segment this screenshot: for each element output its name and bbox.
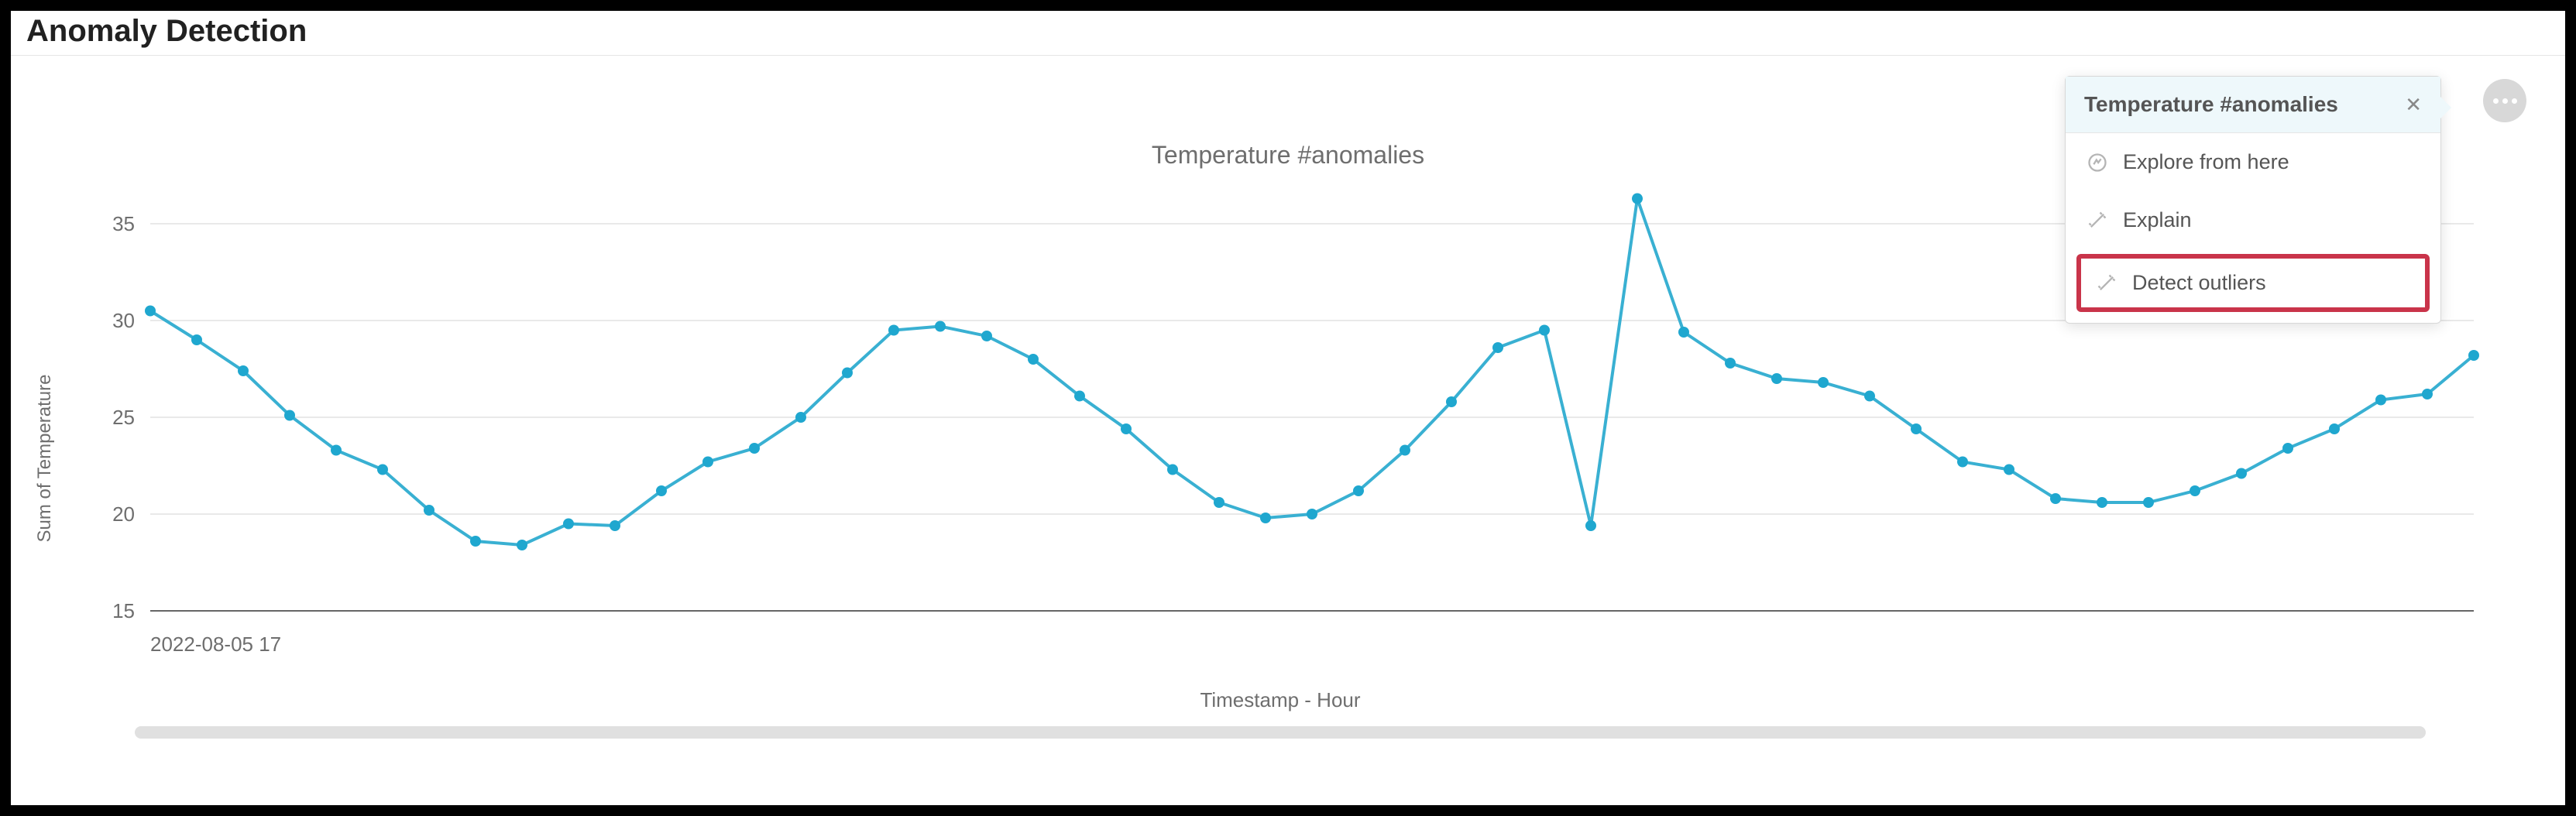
- context-menu-title: Temperature #anomalies: [2084, 92, 2338, 117]
- y-axis-label: Sum of Temperature: [34, 374, 56, 542]
- wand-icon: [2086, 209, 2109, 232]
- menu-item-label: Explain: [2123, 208, 2192, 232]
- wand-icon: [2095, 272, 2118, 295]
- horizontal-scrollbar[interactable]: [135, 726, 2426, 739]
- svg-text:15: 15: [112, 599, 135, 622]
- page-title: Anomaly Detection: [11, 11, 2565, 56]
- menu-item-label: Detect outliers: [2132, 271, 2266, 295]
- svg-text:25: 25: [112, 406, 135, 429]
- svg-text:20: 20: [112, 502, 135, 526]
- x-axis-label: Timestamp - Hour: [42, 665, 2519, 718]
- svg-text:35: 35: [112, 212, 135, 235]
- menu-item-explain[interactable]: Explain: [2066, 191, 2440, 249]
- svg-text:2022-08-05 17: 2022-08-05 17: [150, 633, 281, 656]
- menu-item-label: Explore from here: [2123, 150, 2289, 174]
- context-menu-header: Temperature #anomalies ✕: [2066, 77, 2440, 133]
- more-options-button[interactable]: [2483, 79, 2526, 122]
- menu-item-explore[interactable]: Explore from here: [2066, 133, 2440, 191]
- menu-item-detect-outliers[interactable]: Detect outliers: [2076, 254, 2430, 312]
- explore-icon: [2086, 151, 2109, 174]
- svg-text:30: 30: [112, 309, 135, 332]
- close-icon[interactable]: ✕: [2405, 93, 2422, 117]
- context-menu: Temperature #anomalies ✕ Explore from he…: [2065, 76, 2441, 324]
